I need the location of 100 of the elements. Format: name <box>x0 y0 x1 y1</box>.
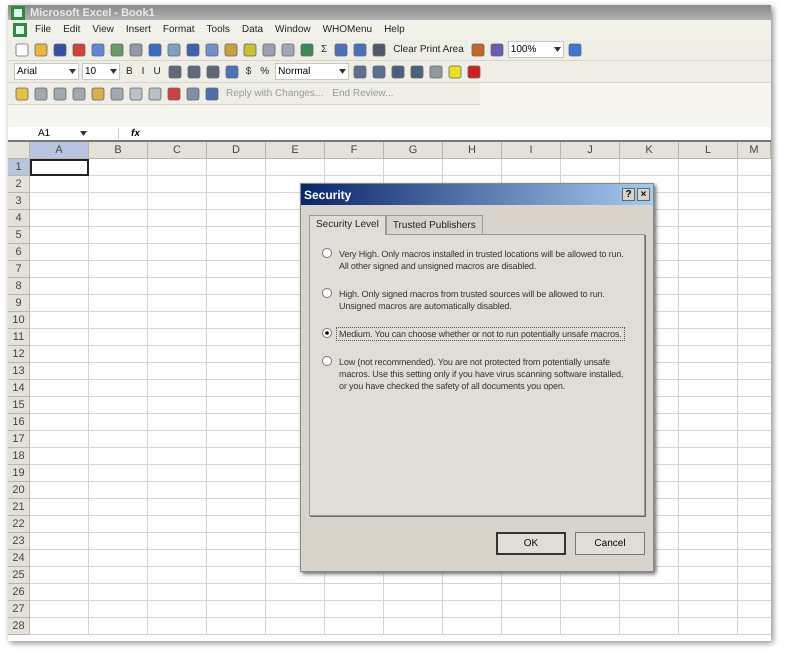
row-header[interactable]: 8 <box>8 278 30 295</box>
toolbar-icon[interactable] <box>566 42 583 58</box>
toolbar-icon[interactable] <box>147 86 163 102</box>
toolbar-icon[interactable] <box>109 42 125 58</box>
toolbar-icon[interactable] <box>33 86 49 102</box>
toolbar-icon[interactable] <box>52 42 68 58</box>
toolbar-icon[interactable] <box>128 86 144 102</box>
radio-button[interactable] <box>322 288 332 298</box>
radio-button[interactable] <box>322 248 332 258</box>
active-cell[interactable] <box>30 159 89 176</box>
toolbar-icon[interactable] <box>166 86 182 102</box>
toolbar-icon[interactable] <box>52 86 68 102</box>
dropdown-arrow-icon[interactable] <box>554 47 561 52</box>
toolbar-icon[interactable] <box>14 42 30 58</box>
dropdown-arrow-icon[interactable] <box>69 69 76 74</box>
toolbar-icon[interactable] <box>447 64 464 80</box>
column-header[interactable]: J <box>561 142 620 159</box>
row-header[interactable]: 24 <box>8 550 30 567</box>
row-header[interactable]: 12 <box>8 346 30 363</box>
column-header[interactable]: G <box>384 142 443 159</box>
toolbar-icon[interactable] <box>186 64 202 80</box>
row-header[interactable]: 5 <box>8 227 30 244</box>
menu-item[interactable]: File <box>30 23 56 36</box>
row-header[interactable]: 7 <box>8 261 30 278</box>
toolbar-icon[interactable] <box>90 86 106 102</box>
toolbar-icon[interactable] <box>166 42 182 58</box>
toolbar-icon[interactable] <box>90 42 106 58</box>
toolbar-icon[interactable] <box>33 42 49 58</box>
dialog-button[interactable]: OK <box>496 532 566 555</box>
toolbar-icon[interactable] <box>261 42 277 58</box>
radio-button[interactable] <box>322 328 332 338</box>
toolbar-icon[interactable] <box>333 42 350 58</box>
toolbar-button[interactable]: I <box>138 65 148 78</box>
row-header[interactable]: 10 <box>8 312 30 329</box>
row-header[interactable]: 1 <box>8 159 30 176</box>
toolbar-icon[interactable] <box>204 42 220 58</box>
radio-button[interactable] <box>322 356 332 366</box>
toolbar-icon[interactable] <box>204 64 221 80</box>
column-header[interactable]: A <box>30 142 89 159</box>
toolbar-icon[interactable] <box>223 42 239 58</box>
row-header[interactable]: 16 <box>8 414 30 431</box>
menu-item[interactable]: Format <box>158 23 200 36</box>
toolbar-icon[interactable] <box>352 42 368 58</box>
row-header[interactable]: 22 <box>8 516 30 533</box>
menu-item[interactable]: Insert <box>120 23 156 36</box>
row-header[interactable]: 2 <box>8 176 30 193</box>
toolbar-icon[interactable] <box>242 42 258 58</box>
toolbar-icon[interactable] <box>352 64 368 80</box>
row-header[interactable]: 28 <box>8 618 30 635</box>
tab[interactable]: Trusted Publishers <box>386 215 483 234</box>
row-header[interactable]: 6 <box>8 244 30 261</box>
row-header[interactable]: 21 <box>8 499 30 516</box>
column-header[interactable]: C <box>148 142 207 159</box>
toolbar-button[interactable]: % <box>257 65 272 78</box>
row-header[interactable]: 26 <box>8 584 30 601</box>
toolbar-icon[interactable] <box>409 64 426 80</box>
row-header[interactable]: 27 <box>8 601 30 618</box>
toolbar-icon[interactable] <box>147 42 163 58</box>
toolbar-icon[interactable] <box>299 42 315 58</box>
toolbar-icon[interactable] <box>185 86 201 102</box>
dropdown-arrow-icon[interactable] <box>339 69 346 74</box>
column-header[interactable]: D <box>207 142 266 159</box>
row-header[interactable]: 25 <box>8 567 30 584</box>
row-header[interactable]: 18 <box>8 448 30 465</box>
toolbar-button[interactable]: Clear Print Area <box>390 43 467 56</box>
toolbar-icon[interactable] <box>428 64 444 80</box>
toolbar-icon[interactable] <box>109 86 125 102</box>
column-header[interactable]: I <box>502 142 561 159</box>
help-button[interactable]: ? <box>622 188 635 201</box>
row-header[interactable]: 19 <box>8 465 30 482</box>
column-header[interactable]: E <box>266 142 325 159</box>
toolbar-button[interactable]: Σ <box>318 43 330 56</box>
row-header[interactable]: 4 <box>8 210 30 227</box>
menu-item[interactable]: Data <box>236 23 268 36</box>
row-header[interactable]: 9 <box>8 295 30 312</box>
column-header[interactable]: H <box>443 142 502 159</box>
toolbar-icon[interactable] <box>166 64 183 80</box>
menu-item[interactable]: View <box>87 23 119 36</box>
toolbar-icon[interactable] <box>71 42 87 58</box>
toolbar-icon[interactable] <box>71 86 87 102</box>
toolbar-icon[interactable] <box>280 42 296 58</box>
spreadsheet-icon[interactable] <box>12 22 28 38</box>
name-box[interactable]: A1 <box>38 128 50 139</box>
menu-item[interactable]: WHOMenu <box>318 23 378 36</box>
row-header[interactable]: 3 <box>8 193 30 210</box>
combo-box[interactable]: Normal <box>275 63 350 80</box>
column-header[interactable]: L <box>679 142 738 159</box>
toolbar-icon[interactable] <box>128 42 144 58</box>
toolbar-icon[interactable] <box>185 42 201 58</box>
column-header[interactable]: F <box>325 142 384 159</box>
toolbar-icon[interactable] <box>224 64 240 80</box>
row-header[interactable]: 11 <box>8 329 30 346</box>
combo-box[interactable]: 100% <box>508 41 564 58</box>
menu-item[interactable]: Help <box>379 23 410 36</box>
row-header[interactable]: 23 <box>8 533 30 550</box>
column-header[interactable]: K <box>620 142 679 159</box>
combo-box[interactable]: 10 <box>82 63 120 80</box>
row-header[interactable]: 15 <box>8 397 30 414</box>
toolbar-button[interactable]: B <box>123 65 136 78</box>
menu-item[interactable]: Window <box>270 23 316 36</box>
